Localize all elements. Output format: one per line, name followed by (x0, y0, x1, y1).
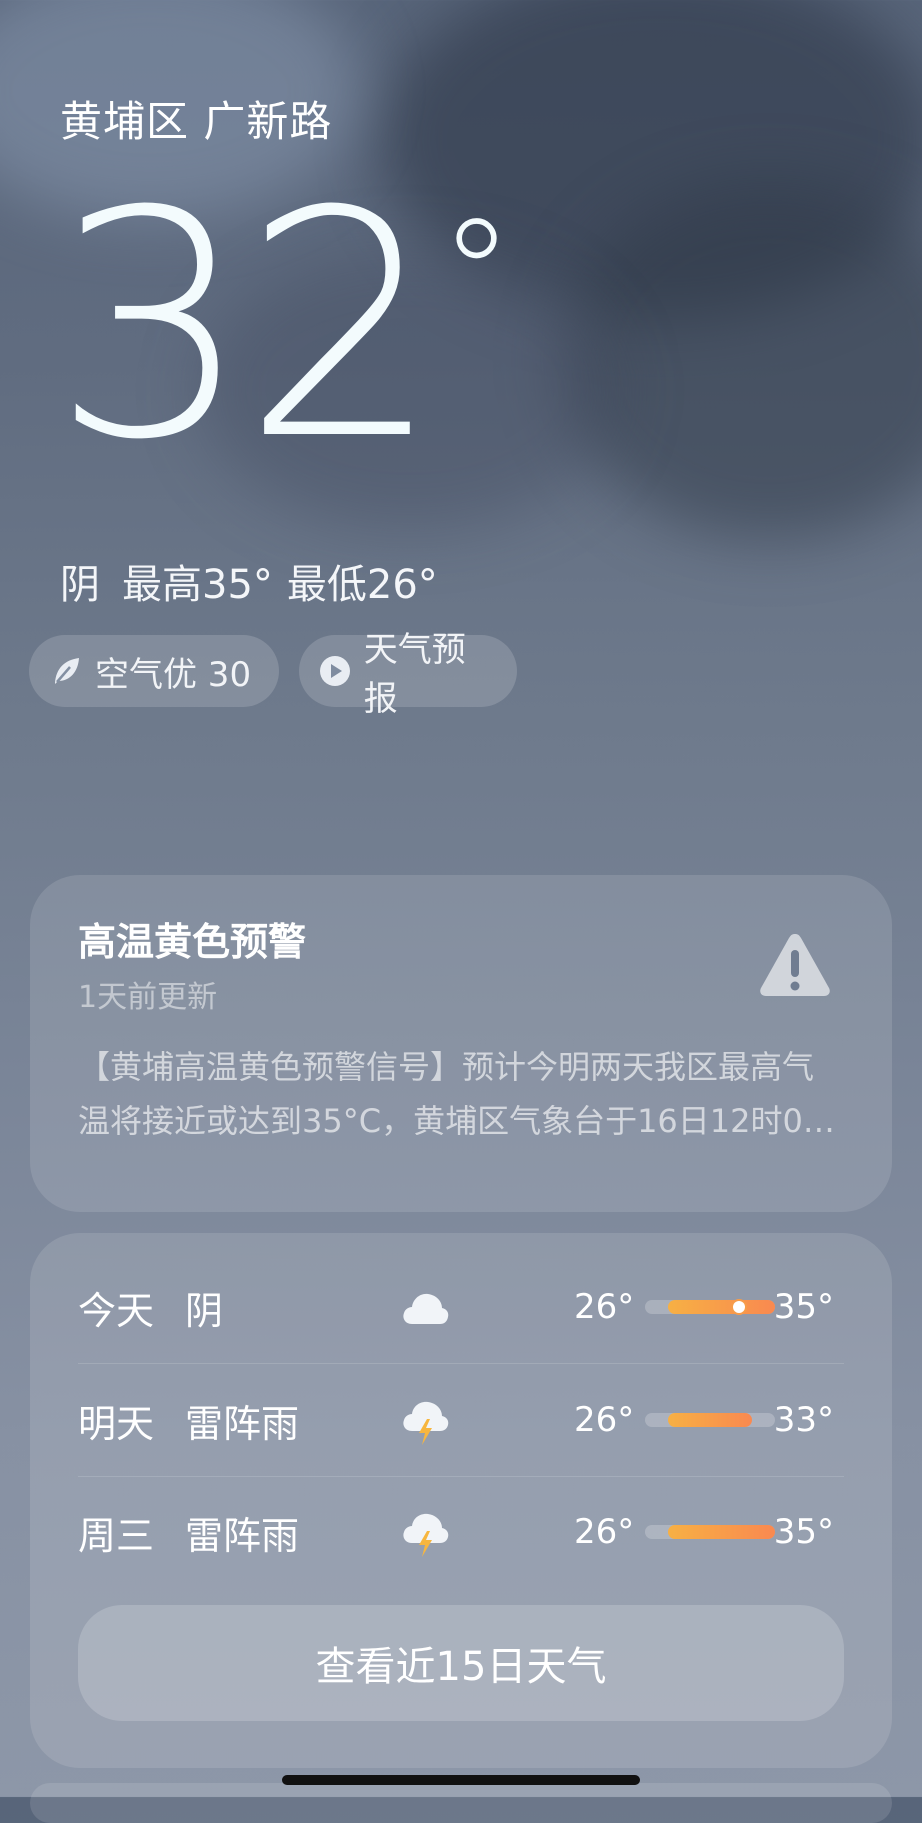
temperature-value: 32 (52, 144, 441, 508)
weather-forecast-label: 天气预报 (363, 630, 466, 719)
air-quality-chip[interactable]: 空气优 30 (29, 635, 279, 707)
cloud-icon (400, 1284, 450, 1330)
forecast-high: 35° (773, 1287, 834, 1327)
forecast-condition: 雷阵雨 (185, 1513, 300, 1558)
forecast-low: 26° (574, 1400, 635, 1440)
forecast-condition: 雷阵雨 (185, 1401, 300, 1446)
forecast-high: 35° (773, 1512, 834, 1552)
heat-warning-card[interactable]: 高温黄色预警 1天前更新 【黄埔高温黄色预警信号】预计今明两天我区最高气 温将接… (30, 875, 892, 1212)
forecast-low: 26° (574, 1287, 635, 1327)
view-15-day-button[interactable]: 查看近15日天气 (78, 1605, 844, 1721)
degree-symbol: ° (439, 188, 514, 362)
leaf-icon (49, 654, 83, 688)
thunderstorm-icon (400, 1509, 450, 1557)
play-icon (319, 654, 352, 688)
temperature-range-bar (645, 1413, 775, 1427)
temperature-range-bar (645, 1525, 775, 1539)
weather-forecast-video-chip[interactable]: 天气预报 (299, 630, 517, 719)
forecast-low: 26° (574, 1512, 635, 1552)
current-condition: 阴 (60, 562, 100, 608)
warning-triangle-icon (758, 930, 832, 998)
temperature-range-fill (668, 1525, 775, 1539)
temperature-range-fill (668, 1413, 752, 1427)
alert-body: 【黄埔高温黄色预警信号】预计今明两天我区最高气 温将接近或达到35°C，黄埔区气… (78, 1040, 848, 1148)
thunderstorm-icon (400, 1397, 450, 1445)
location-title[interactable]: 黄埔区 广新路 (60, 88, 332, 149)
today-low: 最低26° (286, 562, 438, 608)
weather-summary: 阴最高35° 最低26° (60, 552, 460, 610)
forecast-day: 今天 (78, 1288, 155, 1333)
forecast-day: 明天 (78, 1401, 155, 1446)
air-quality-label: 空气优 30 (95, 654, 252, 695)
forecast-condition: 阴 (185, 1288, 224, 1333)
forecast-row[interactable]: 明天 雷阵雨 26° 33° (78, 1364, 844, 1476)
alert-body-line-2: 温将接近或达到35°C，黄埔区气象台于16日12时0… (78, 1102, 835, 1140)
forecast-day: 周三 (78, 1513, 155, 1558)
forecast-high: 33° (773, 1400, 834, 1440)
alert-updated-time: 1天前更新 (78, 980, 218, 1015)
temperature-range-bar (645, 1300, 775, 1314)
next-card (30, 1783, 892, 1823)
forecast-row[interactable]: 周三 雷阵雨 26° 35° (78, 1476, 844, 1588)
alert-body-line-1: 【黄埔高温黄色预警信号】预计今明两天我区最高气 (78, 1048, 815, 1086)
forecast-card: 今天 阴 26° 35° 明天 雷阵雨 26° 33° 周三 雷阵雨 26° 3… (30, 1233, 892, 1768)
current-temperature: 32° (52, 170, 514, 482)
current-temperature-marker (732, 1301, 745, 1313)
temperature-range-fill (668, 1300, 775, 1314)
forecast-row[interactable]: 今天 阴 26° 35° (78, 1251, 844, 1363)
home-indicator[interactable] (282, 1775, 640, 1785)
alert-title: 高温黄色预警 (78, 920, 307, 964)
today-high: 最高35° (122, 562, 273, 608)
